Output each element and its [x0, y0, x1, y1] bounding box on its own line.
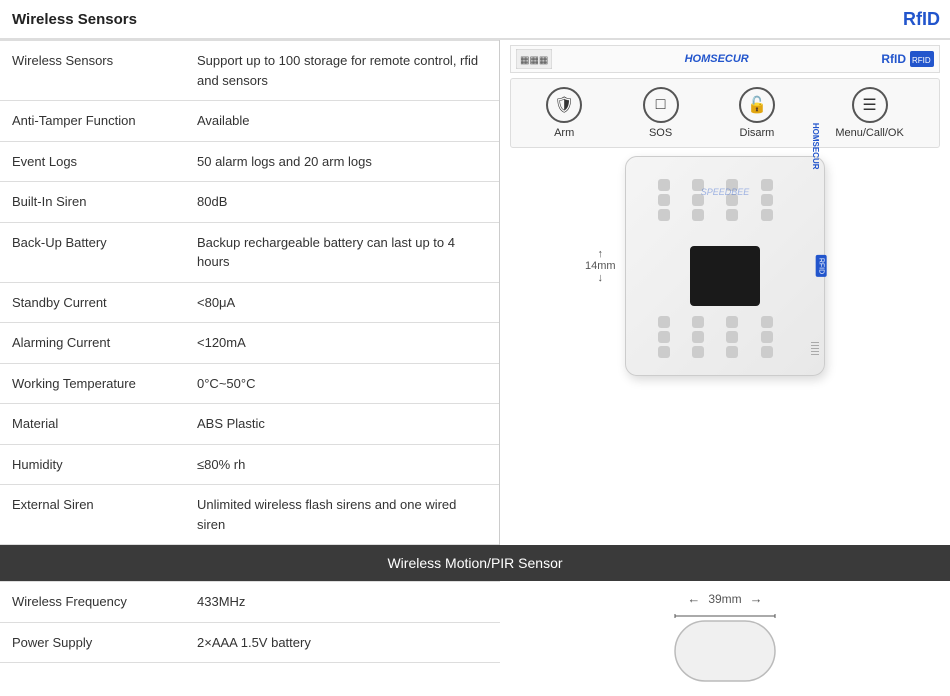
spec-row: Alarming Current <120mA — [0, 323, 499, 364]
spec-value: 80dB — [185, 182, 499, 223]
keypad-icon-label: Disarm — [740, 127, 775, 139]
keypad-icon-label: Arm — [554, 127, 574, 139]
speaker-grille — [811, 342, 819, 355]
dimension-39mm-text: 39mm — [708, 592, 741, 606]
sensor-diagram — [665, 611, 785, 691]
device-image: SPEEDBEE — [625, 156, 825, 376]
bottom-specs-table: Wireless Frequency 433MHz Power Supply 2… — [0, 581, 500, 663]
spec-row: Anti-Tamper Function Available — [0, 101, 499, 142]
section-header: Wireless Motion/PIR Sensor — [0, 545, 950, 581]
header-right: RfID — [500, 9, 950, 30]
bottom-right-panel: ← 39mm → — [500, 581, 950, 696]
spec-row: External Siren Unlimited wireless flash … — [0, 485, 499, 545]
page-title: Wireless Sensors — [0, 11, 137, 28]
spec-value: Backup rechargeable battery can last up … — [185, 222, 499, 282]
bottom-specs-panel: Wireless Frequency 433MHz Power Supply 2… — [0, 581, 500, 696]
svg-text:RFID: RFID — [912, 56, 931, 65]
conn-icons: ▦▦▦ — [516, 49, 552, 69]
brand-logo: HOMSECUR — [685, 53, 749, 65]
keypad-icon-item: 🛡 Arm — [546, 87, 582, 139]
spec-row: Back-Up Battery Backup rechargeable batt… — [0, 222, 499, 282]
spec-value: ≤80% rh — [185, 444, 499, 485]
device-screen — [690, 246, 760, 306]
spec-label: Wireless Sensors — [0, 41, 185, 101]
spec-value: Available — [185, 101, 499, 142]
spec-row: Power Supply 2×AAA 1.5V battery — [0, 622, 500, 663]
spec-row: Wireless Frequency 433MHz — [0, 582, 500, 623]
header-row: Wireless Sensors RfID — [0, 0, 950, 40]
keypad-icons-row: 🛡 Arm □ SOS 🔓 Disarm ☰ Menu/Call/OK — [510, 78, 940, 148]
spec-label: Power Supply — [0, 622, 185, 663]
rfid-area: RfID RFID — [881, 51, 934, 67]
keypad-icon-item: 🔓 Disarm — [739, 87, 775, 139]
spec-label: Humidity — [0, 444, 185, 485]
top-keypad — [658, 179, 792, 221]
spec-label: Working Temperature — [0, 363, 185, 404]
specs-table: Wireless Sensors Support up to 100 stora… — [0, 40, 499, 545]
spec-value: <120mA — [185, 323, 499, 364]
keypad-icon-symbol: ☰ — [852, 87, 888, 123]
right-panel: ▦▦▦ HOMSECUR RfID RFID 🛡 Arm □ SOS — [500, 40, 950, 545]
rfid-icon: RFID — [910, 51, 934, 67]
bottom-keypad — [658, 316, 792, 358]
header-left: Wireless Sensors — [0, 11, 500, 28]
spec-value: 2×AAA 1.5V battery — [185, 622, 500, 663]
grid-icon: ▦▦▦ — [516, 49, 552, 69]
spec-value: Unlimited wireless flash sirens and one … — [185, 485, 499, 545]
keypad-icon-symbol: 🛡 — [546, 87, 582, 123]
spec-label: Standby Current — [0, 282, 185, 323]
device-main-area: SPEEDBEE — [510, 156, 940, 376]
spec-label: Anti-Tamper Function — [0, 101, 185, 142]
left-panel: Wireless Sensors Support up to 100 stora… — [0, 40, 500, 545]
spec-label: Alarming Current — [0, 323, 185, 364]
page-wrapper: Wireless Sensors RfID Wireless Sensors S… — [0, 0, 950, 696]
keypad-icon-label: SOS — [649, 127, 672, 139]
watermark-text: SPEEDBEE — [701, 187, 750, 197]
spec-value: 50 alarm logs and 20 arm logs — [185, 141, 499, 182]
dimension-39mm-indicator: ← 39mm → — [510, 591, 940, 606]
spec-value: 433MHz — [185, 582, 500, 623]
spec-value: Support up to 100 storage for remote con… — [185, 41, 499, 101]
right-arrow-icon: → — [750, 591, 763, 606]
spec-row: Material ABS Plastic — [0, 404, 499, 445]
spec-label: External Siren — [0, 485, 185, 545]
spec-value: 0°C~50°C — [185, 363, 499, 404]
spec-value: ABS Plastic — [185, 404, 499, 445]
sensor-shape — [510, 611, 940, 691]
rfid-text: RfID — [881, 52, 906, 66]
spec-label: Back-Up Battery — [0, 222, 185, 282]
left-arrow-icon: ← — [687, 591, 700, 606]
rfid-label: RfID — [903, 9, 940, 30]
spec-value: <80μA — [185, 282, 499, 323]
device-container: SPEEDBEE — [625, 156, 825, 376]
spec-row: Humidity ≤80% rh — [0, 444, 499, 485]
keypad-icon-symbol: 🔓 — [739, 87, 775, 123]
bottom-section: Wireless Frequency 433MHz Power Supply 2… — [0, 581, 950, 696]
keypad-icon-label: Menu/Call/OK — [835, 127, 903, 139]
spec-row: Built-In Siren 80dB — [0, 182, 499, 223]
device-rfid-badge: RFID — [815, 255, 826, 277]
keypad-icon-symbol: □ — [643, 87, 679, 123]
spec-row: Working Temperature 0°C~50°C — [0, 363, 499, 404]
keypad-icon-item: ☰ Menu/Call/OK — [835, 87, 903, 139]
device-brand-text: HOMSECUR — [812, 123, 821, 170]
spec-label: Event Logs — [0, 141, 185, 182]
spec-label: Built-In Siren — [0, 182, 185, 223]
spec-row: Standby Current <80μA — [0, 282, 499, 323]
section-header-text: Wireless Motion/PIR Sensor — [387, 555, 562, 571]
spec-row: Wireless Sensors Support up to 100 stora… — [0, 41, 499, 101]
spec-label: Material — [0, 404, 185, 445]
dimension-14mm: ↑ 14mm ↓ — [585, 248, 616, 284]
keypad-icon-item: □ SOS — [643, 87, 679, 139]
main-layout: Wireless Sensors Support up to 100 stora… — [0, 40, 950, 545]
spec-row: Event Logs 50 alarm logs and 20 arm logs — [0, 141, 499, 182]
connectivity-bar: ▦▦▦ HOMSECUR RfID RFID — [510, 45, 940, 73]
spec-label: Wireless Frequency — [0, 582, 185, 623]
svg-text:▦▦▦: ▦▦▦ — [520, 55, 548, 66]
